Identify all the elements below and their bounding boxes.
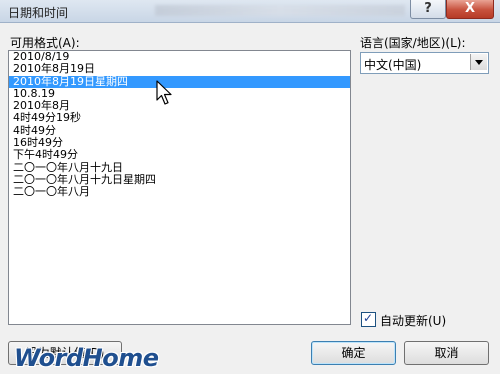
window-title: 日期和时间: [8, 6, 69, 20]
close-button[interactable]: X: [446, 0, 494, 19]
language-value: 中文(中国): [364, 58, 422, 72]
language-select[interactable]: 中文(中国): [360, 52, 489, 74]
title-bar: 日期和时间 ? X: [0, 0, 500, 23]
mouse-pointer-icon: [156, 80, 172, 105]
formats-listbox[interactable]: 2010/8/19 2010年8月19日 2010年8月19日星期四 10.8.…: [8, 50, 351, 325]
ok-button[interactable]: 确定: [311, 341, 396, 365]
list-item[interactable]: 4时49分19秒: [9, 112, 350, 124]
language-label: 语言(国家/地区)(L):: [360, 36, 466, 50]
chevron-down-icon: [475, 60, 483, 65]
formats-label: 可用格式(A):: [10, 36, 80, 50]
auto-update-checkbox[interactable]: ✓: [361, 311, 376, 327]
list-item-selected[interactable]: 2010年8月19日星期四: [9, 75, 350, 88]
blurred-title-area: [155, 5, 405, 16]
wordhome-watermark-logo: WordHome: [14, 344, 159, 372]
list-item[interactable]: 二〇一〇年八月: [9, 186, 350, 198]
list-item[interactable]: 2010年8月19日: [9, 63, 350, 75]
check-icon: ✓: [363, 311, 374, 325]
cancel-button[interactable]: 取消: [404, 341, 489, 365]
dropdown-button[interactable]: [470, 54, 487, 70]
list-item[interactable]: 下午4时49分: [9, 149, 350, 161]
help-button[interactable]: ?: [410, 0, 446, 19]
auto-update-label: 自动更新(U): [380, 314, 447, 328]
